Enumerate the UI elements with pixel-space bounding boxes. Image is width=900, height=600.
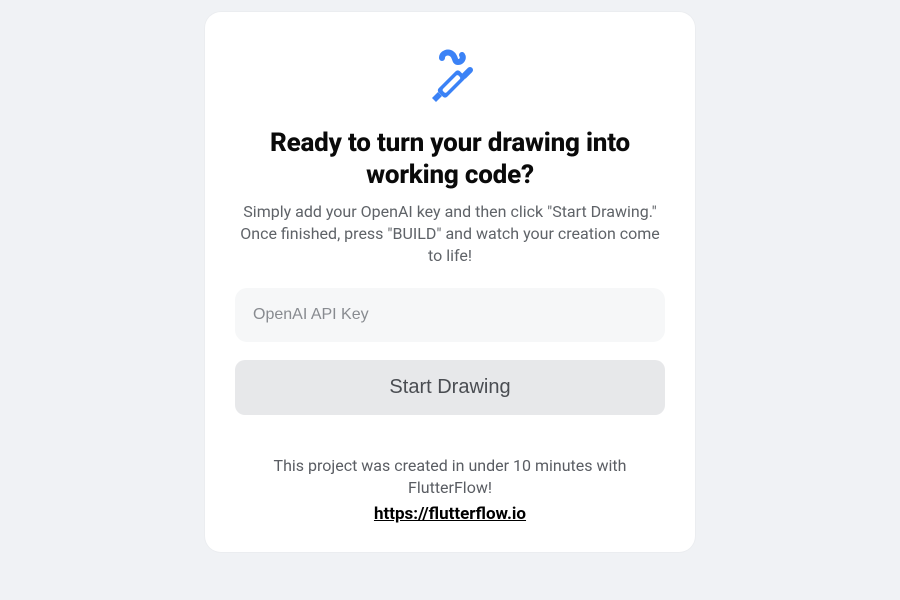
start-drawing-button[interactable]: Start Drawing [235, 360, 665, 415]
design-icon-wrap [235, 46, 665, 114]
design-pencil-icon [418, 46, 482, 114]
card-subtext: Simply add your OpenAI key and then clic… [235, 201, 665, 266]
card-heading: Ready to turn your drawing into working … [260, 128, 640, 191]
openai-api-key-input[interactable] [235, 288, 665, 342]
flutterflow-link[interactable]: https://flutterflow.io [374, 504, 526, 524]
onboarding-card: Ready to turn your drawing into working … [205, 12, 695, 552]
footer-text: This project was created in under 10 min… [260, 455, 640, 498]
